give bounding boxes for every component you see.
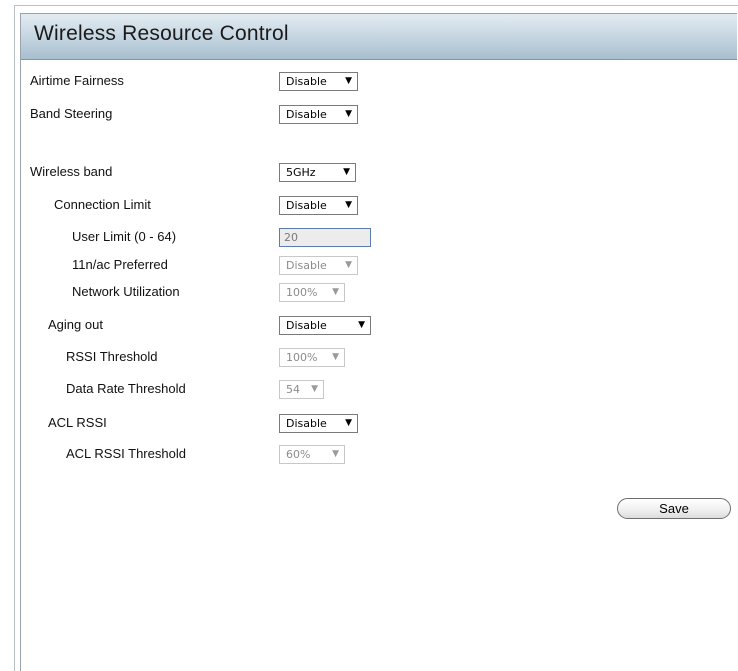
dropdown-arrow-icon: ▼ xyxy=(332,287,339,297)
user-limit-label: User Limit (0 - 64) xyxy=(72,229,177,244)
data-rate-threshold-label: Data Rate Threshold xyxy=(66,381,186,396)
wireless-band-select[interactable]: 5GHz ▼ xyxy=(279,163,356,182)
aging-out-select[interactable]: Disable ▼ xyxy=(279,316,371,335)
band-steering-select[interactable]: Disable ▼ xyxy=(279,105,358,124)
dropdown-arrow-icon: ▼ xyxy=(345,200,352,210)
dropdown-arrow-icon: ▼ xyxy=(345,418,352,428)
network-utilization-value: 100% xyxy=(286,286,318,299)
acl-rssi-threshold-select[interactable]: 60% ▼ xyxy=(279,445,345,464)
rssi-threshold-label: RSSI Threshold xyxy=(66,349,158,364)
acl-rssi-threshold-label: ACL RSSI Threshold xyxy=(66,446,186,461)
frame-top-border xyxy=(14,5,738,6)
save-button[interactable]: Save xyxy=(617,498,731,519)
rssi-threshold-value: 100% xyxy=(286,351,318,364)
connection-limit-value: Disable xyxy=(286,199,327,212)
acl-rssi-threshold-value: 60% xyxy=(286,448,311,461)
dropdown-arrow-icon: ▼ xyxy=(332,449,339,459)
acl-rssi-select[interactable]: Disable ▼ xyxy=(279,414,358,433)
airtime-fairness-label: Airtime Fairness xyxy=(30,73,124,88)
aging-out-value: Disable xyxy=(286,319,327,332)
acl-rssi-value: Disable xyxy=(286,417,327,430)
band-steering-label: Band Steering xyxy=(30,106,113,121)
connection-limit-select[interactable]: Disable ▼ xyxy=(279,196,358,215)
data-rate-threshold-value: 54 xyxy=(286,383,300,396)
data-rate-threshold-select[interactable]: 54 ▼ xyxy=(279,380,324,399)
dropdown-arrow-icon: ▼ xyxy=(311,384,318,394)
dropdown-arrow-icon: ▼ xyxy=(332,352,339,362)
preferred-11nac-value: Disable xyxy=(286,259,327,272)
connection-limit-label: Connection Limit xyxy=(54,197,151,212)
frame-left-border xyxy=(14,5,15,671)
wireless-resource-panel: Wireless Resource Control Airtime Fairne… xyxy=(20,13,737,671)
acl-rssi-label: ACL RSSI xyxy=(48,415,107,430)
panel-header: Wireless Resource Control xyxy=(21,14,737,60)
preferred-11nac-select[interactable]: Disable ▼ xyxy=(279,256,358,275)
user-limit-input[interactable]: 20 xyxy=(279,228,371,247)
dropdown-arrow-icon: ▼ xyxy=(345,109,352,119)
airtime-fairness-select[interactable]: Disable ▼ xyxy=(279,72,358,91)
band-steering-value: Disable xyxy=(286,108,327,121)
page-title: Wireless Resource Control xyxy=(34,22,289,45)
network-utilization-label: Network Utilization xyxy=(72,284,180,299)
aging-out-label: Aging out xyxy=(48,317,103,332)
rssi-threshold-select[interactable]: 100% ▼ xyxy=(279,348,345,367)
dropdown-arrow-icon: ▼ xyxy=(345,260,352,270)
dropdown-arrow-icon: ▼ xyxy=(345,76,352,86)
wireless-band-label: Wireless band xyxy=(30,164,113,179)
dropdown-arrow-icon: ▼ xyxy=(358,320,365,330)
dropdown-arrow-icon: ▼ xyxy=(343,167,350,177)
wireless-band-value: 5GHz xyxy=(286,166,316,179)
network-utilization-select[interactable]: 100% ▼ xyxy=(279,283,345,302)
preferred-11nac-label: 11n/ac Preferred xyxy=(72,257,168,272)
airtime-fairness-value: Disable xyxy=(286,75,327,88)
